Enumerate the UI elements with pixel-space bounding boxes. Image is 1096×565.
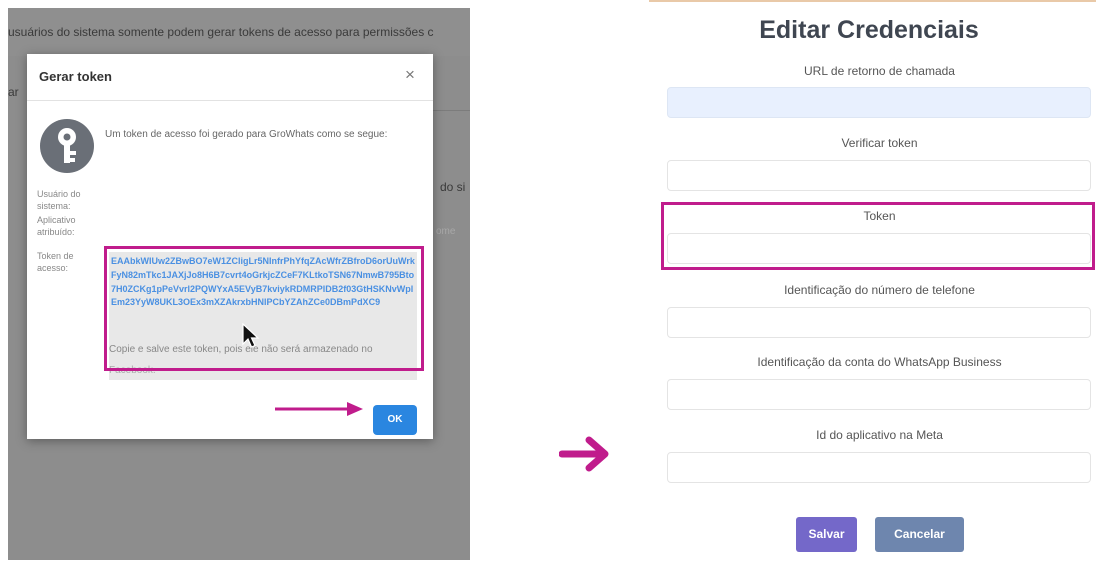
whatsapp-business-account-id-label: Identificação da conta do WhatsApp Busin… — [757, 355, 1002, 369]
whatsapp-business-account-id-field[interactable] — [667, 379, 1091, 410]
token-generated-message: Um token de acesso foi gerado para GroWh… — [105, 129, 388, 140]
background-divider — [432, 110, 470, 111]
token-field[interactable] — [667, 233, 1091, 264]
token-highlight-box — [104, 246, 424, 371]
assigned-app-label: Aplicativo atribuído: — [37, 215, 76, 237]
gerar-token-screenshot: usuários do sistema somente podem gerar … — [8, 8, 470, 560]
close-icon[interactable]: × — [405, 65, 415, 85]
verify-token-label: Verificar token — [841, 136, 918, 150]
verify-token-field[interactable] — [667, 160, 1091, 191]
top-edge-strip — [649, 0, 1096, 2]
cancel-button[interactable]: Cancelar — [875, 517, 964, 552]
page-title: Editar Credenciais — [759, 16, 979, 44]
background-text-fragment: do si — [440, 180, 466, 194]
background-text-fragment: ome — [436, 226, 456, 237]
arrow-right-icon — [559, 436, 609, 472]
meta-app-id-field[interactable] — [667, 452, 1091, 483]
phone-number-id-field[interactable] — [667, 307, 1091, 338]
background-text: usuários do sistema somente podem gerar … — [8, 25, 434, 39]
gerar-token-dialog: Gerar token × Um token de acesso foi ger… — [27, 54, 433, 439]
key-icon — [40, 119, 94, 173]
callback-url-label: URL de retorno de chamada — [804, 64, 955, 78]
save-button[interactable]: Salvar — [796, 517, 857, 552]
meta-app-id-label: Id do aplicativo na Meta — [816, 428, 943, 442]
access-token-label: Token de acesso: — [37, 251, 74, 273]
background-text-fragment: ar — [8, 85, 19, 99]
phone-number-id-label: Identificação do número de telefone — [784, 283, 975, 297]
mouse-cursor-icon — [242, 323, 260, 348]
ok-button[interactable]: OK — [373, 405, 417, 435]
arrow-right-icon — [275, 402, 363, 416]
dialog-header-divider — [27, 100, 433, 101]
callback-url-field[interactable] — [667, 87, 1091, 118]
editar-credenciais-form: Editar Credenciais URL de retorno de cha… — [649, 0, 1096, 565]
dialog-title: Gerar token — [39, 69, 112, 84]
system-user-label: Usuário do sistema: — [37, 189, 81, 211]
token-label: Token — [863, 209, 896, 223]
